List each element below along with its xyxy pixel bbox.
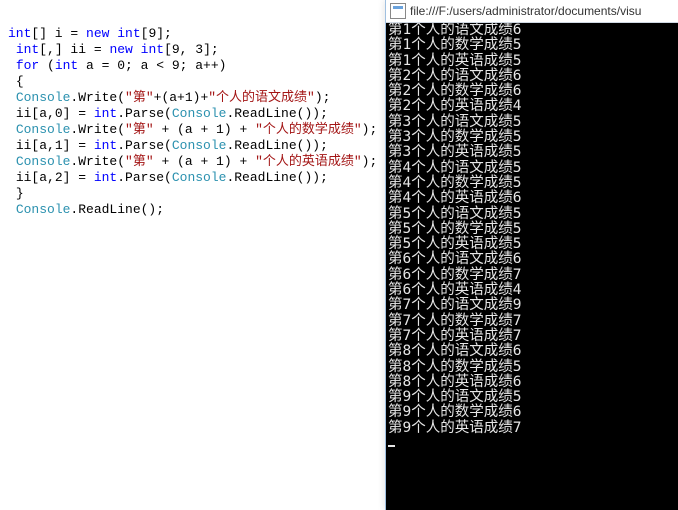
code-token: "个人的语文成绩" — [208, 90, 315, 105]
code-token: "个人的英语成绩" — [255, 154, 362, 169]
code-token: a = 0; a < 9; a++) — [78, 58, 226, 73]
code-token: int — [133, 42, 164, 57]
code-token: Console — [172, 138, 227, 153]
code-token: Console — [16, 154, 71, 169]
console-line: 第1个人的英语成绩5 — [388, 54, 676, 69]
code-token: ii[a,1] = — [16, 138, 94, 153]
console-line: 第6个人的数学成绩7 — [388, 268, 676, 283]
console-line: 第2个人的英语成绩4 — [388, 99, 676, 114]
code-token: [9]; — [141, 26, 172, 41]
console-line: 第3个人的英语成绩5 — [388, 145, 676, 160]
titlebar[interactable]: file:///F:/users/administrator/documents… — [386, 0, 678, 23]
code-editor[interactable]: int[] i = new int[9]; int[,] ii = new in… — [0, 0, 385, 510]
console-output[interactable]: 第1个人的语文成绩6第1个人的数学成绩5第1个人的英语成绩5第2个人的语文成绩6… — [386, 23, 678, 510]
console-window: file:///F:/users/administrator/documents… — [385, 0, 678, 510]
code-token: ); — [362, 122, 378, 137]
code-token: for — [16, 58, 39, 73]
code-token: + (a + 1) + — [154, 122, 255, 137]
console-line: 第2个人的语文成绩6 — [388, 69, 676, 84]
console-line: 第4个人的数学成绩5 — [388, 176, 676, 191]
code-token: ii[a,0] = — [16, 106, 94, 121]
code-token: .Parse( — [117, 170, 172, 185]
code-token: new — [86, 26, 109, 41]
code-token: .Parse( — [117, 106, 172, 121]
console-line: 第4个人的英语成绩6 — [388, 191, 676, 206]
code-token: "个人的数学成绩" — [255, 122, 362, 137]
code-token: Console — [172, 170, 227, 185]
code-token: int — [109, 26, 140, 41]
code-token: [] i = — [31, 26, 86, 41]
console-line: 第5个人的数学成绩5 — [388, 222, 676, 237]
code-token: [9, 3]; — [164, 42, 219, 57]
code-token: .ReadLine(); — [70, 202, 164, 217]
code-token: int — [94, 106, 117, 121]
console-line: 第4个人的语文成绩5 — [388, 161, 676, 176]
console-line: 第3个人的语文成绩5 — [388, 115, 676, 130]
code-token: "第" — [125, 90, 154, 105]
code-token: Console — [16, 122, 71, 137]
code-token: +(a+1)+ — [154, 90, 209, 105]
console-line: 第9个人的英语成绩7 — [388, 421, 676, 436]
code-token: Console — [16, 202, 71, 217]
code-token: int — [55, 58, 78, 73]
code-token: ii[a,2] = — [16, 170, 94, 185]
code-token: int — [16, 42, 39, 57]
code-token: ); — [315, 90, 331, 105]
console-line: 第5个人的语文成绩5 — [388, 207, 676, 222]
code-token: new — [109, 42, 132, 57]
code-token: [,] ii = — [39, 42, 109, 57]
code-token: .Write( — [70, 122, 125, 137]
code-token: "第" — [125, 122, 154, 137]
console-line: 第8个人的数学成绩5 — [388, 360, 676, 375]
console-line: 第8个人的英语成绩6 — [388, 375, 676, 390]
code-token: .Parse( — [117, 138, 172, 153]
code-token: int — [8, 26, 31, 41]
window-title: file:///F:/users/administrator/documents… — [410, 4, 641, 18]
console-line: 第6个人的语文成绩6 — [388, 252, 676, 267]
code-token: .ReadLine()); — [226, 106, 327, 121]
code-token: "第" — [125, 154, 154, 169]
console-line: 第7个人的数学成绩7 — [388, 314, 676, 329]
code-token: { — [16, 74, 24, 89]
console-line: 第7个人的语文成绩9 — [388, 298, 676, 313]
code-token: Console — [172, 106, 227, 121]
code-token: + (a + 1) + — [154, 154, 255, 169]
code-token: .ReadLine()); — [226, 170, 327, 185]
code-token: .Write( — [70, 154, 125, 169]
code-token: } — [16, 186, 24, 201]
cursor — [388, 445, 395, 447]
console-line: 第1个人的数学成绩5 — [388, 38, 676, 53]
console-line: 第9个人的数学成绩6 — [388, 405, 676, 420]
code-token: ( — [39, 58, 55, 73]
code-token: Console — [16, 90, 71, 105]
console-line: 第1个人的语文成绩6 — [388, 23, 676, 38]
code-token: int — [94, 170, 117, 185]
console-line: 第7个人的英语成绩7 — [388, 329, 676, 344]
code-token: .ReadLine()); — [226, 138, 327, 153]
console-line: 第8个人的语文成绩6 — [388, 344, 676, 359]
code-token: ); — [362, 154, 378, 169]
app-icon — [390, 3, 406, 19]
code-token: int — [94, 138, 117, 153]
code-token: .Write( — [70, 90, 125, 105]
